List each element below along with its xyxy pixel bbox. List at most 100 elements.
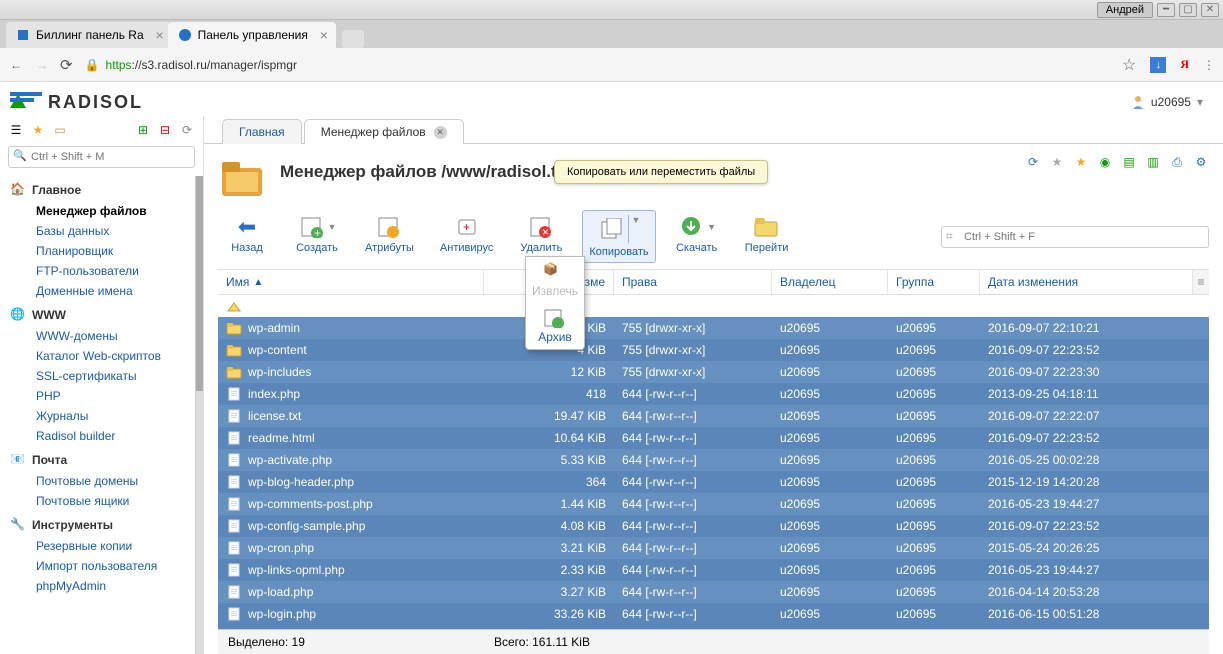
- window-close-button[interactable]: ✕: [1201, 3, 1219, 17]
- sidebar-item[interactable]: SSL-сертификаты: [0, 366, 203, 386]
- table-row[interactable]: [218, 295, 1209, 317]
- table-row[interactable]: wp-content4 KiB755 [drwxr-xr-x]u20695u20…: [218, 339, 1209, 361]
- table-row[interactable]: wp-activate.php5.33 KiB644 [-rw-r--r--]u…: [218, 449, 1209, 471]
- sidebar-item[interactable]: Каталог Web-скриптов: [0, 346, 203, 366]
- table-row[interactable]: readme.html10.64 KiB644 [-rw-r--r--]u206…: [218, 427, 1209, 449]
- sidebar-star-icon[interactable]: ★: [30, 122, 46, 138]
- sidebar-item[interactable]: Radisol builder: [0, 426, 203, 446]
- browser-tab[interactable]: Биллинг панель Ra×: [6, 22, 172, 48]
- tab-close-icon[interactable]: ×: [320, 27, 328, 43]
- sidebar-item[interactable]: Журналы: [0, 406, 203, 426]
- sidebar-item[interactable]: Резервные копии: [0, 536, 203, 556]
- sidebar-section[interactable]: 🔧Инструменты: [0, 511, 203, 536]
- toolbar-copy-button[interactable]: ▼Копировать: [582, 210, 655, 263]
- sidebar-item[interactable]: FTP-пользователи: [0, 261, 203, 281]
- nav-forward-button[interactable]: →: [36, 58, 48, 72]
- window-maximize-button[interactable]: ▢: [1179, 3, 1197, 17]
- toolbar-create-button[interactable]: +▼Создать: [288, 210, 346, 259]
- tab-close-icon[interactable]: ✕: [434, 126, 447, 139]
- sidebar-item[interactable]: Доменные имена: [0, 281, 203, 301]
- sidebar-item[interactable]: phpMyAdmin: [0, 576, 203, 596]
- bookmark-star-icon[interactable]: ☆: [1122, 55, 1136, 75]
- app-tab[interactable]: Менеджер файлов✕: [304, 119, 464, 144]
- action-settings-icon[interactable]: ⚙: [1193, 154, 1209, 170]
- action-tag-icon[interactable]: ◉: [1097, 154, 1113, 170]
- sidebar-section[interactable]: 🏠Главное: [0, 176, 203, 201]
- col-owner[interactable]: Владелец: [772, 270, 888, 294]
- sidebar-refresh-icon[interactable]: ⟳: [179, 122, 195, 138]
- table-row[interactable]: wp-config-sample.php4.08 KiB644 [-rw-r--…: [218, 515, 1209, 537]
- action-excel-icon[interactable]: ▤: [1121, 154, 1137, 170]
- action-star2-icon[interactable]: ★: [1073, 154, 1089, 170]
- sidebar-section[interactable]: 🌐WWW: [0, 301, 203, 326]
- dropdown-archive-item[interactable]: Архив: [526, 303, 584, 349]
- table-row[interactable]: wp-login.php33.26 KiB644 [-rw-r--r--]u20…: [218, 603, 1209, 625]
- downloads-icon[interactable]: ↓: [1150, 57, 1166, 73]
- col-handle[interactable]: ≡: [1193, 270, 1209, 294]
- sidebar-section[interactable]: 📧Почта: [0, 446, 203, 471]
- sidebar-item[interactable]: Импорт пользователя: [0, 556, 203, 576]
- col-name[interactable]: Имя▲: [218, 270, 484, 294]
- dropdown-extract-item[interactable]: 📦Извлечь: [526, 257, 584, 303]
- grid-body[interactable]: wp-admin4 KiB755 [drwxr-xr-x]u20695u2069…: [218, 295, 1209, 629]
- toolbar-back-button[interactable]: ⬅Назад: [218, 210, 276, 259]
- browser-menu-button[interactable]: ⋮: [1203, 58, 1213, 72]
- sidebar-section-label: Инструменты: [32, 518, 113, 532]
- sidebar-item[interactable]: Менеджер файлов: [0, 201, 203, 221]
- toolbar-attrs-button[interactable]: Атрибуты: [358, 210, 421, 259]
- sidebar-expand-icon[interactable]: ⊞: [135, 122, 151, 138]
- table-row[interactable]: wp-admin4 KiB755 [drwxr-xr-x]u20695u2069…: [218, 317, 1209, 339]
- file-icon: [226, 387, 242, 401]
- cell-name: wp-config-sample.php: [248, 519, 365, 533]
- col-group[interactable]: Группа: [888, 270, 980, 294]
- yandex-icon[interactable]: Я: [1180, 57, 1189, 72]
- file-icon: [226, 607, 242, 621]
- cell-name: wp-comments-post.php: [248, 497, 373, 511]
- sidebar-item[interactable]: Базы данных: [0, 221, 203, 241]
- sidebar-search-input[interactable]: [8, 146, 195, 168]
- action-star-icon[interactable]: ★: [1049, 154, 1065, 170]
- cell-owner: 644 [-rw-r--r--]: [614, 387, 772, 401]
- sidebar-item[interactable]: Почтовые домены: [0, 471, 203, 491]
- table-row[interactable]: index.php418644 [-rw-r--r--]u20695u20695…: [218, 383, 1209, 405]
- user-menu[interactable]: u20695 ▾: [1131, 95, 1203, 109]
- app-tab[interactable]: Главная: [222, 119, 302, 144]
- address-bar[interactable]: 🔒 https://s3.radisol.ru/manager/ispmgr: [85, 58, 1110, 72]
- tab-close-icon[interactable]: ×: [155, 27, 163, 43]
- tab-title: Панель управления: [198, 28, 308, 42]
- toolbar-search-input[interactable]: [941, 226, 1209, 248]
- table-row[interactable]: wp-comments-post.php1.44 KiB644 [-rw-r--…: [218, 493, 1209, 515]
- sidebar-archive-icon[interactable]: ▭: [52, 122, 68, 138]
- toolbar-goto-button[interactable]: Перейти: [738, 210, 796, 259]
- file-folder-icon: [226, 343, 242, 357]
- sidebar-tree-icon[interactable]: ☰: [8, 122, 24, 138]
- table-row[interactable]: wp-load.php3.27 KiB644 [-rw-r--r--]u2069…: [218, 581, 1209, 603]
- sidebar-item[interactable]: WWW-домены: [0, 326, 203, 346]
- cell-date: 2016-05-23 19:44:27: [980, 563, 1193, 577]
- toolbar-delete-button[interactable]: ×Удалить: [512, 210, 570, 259]
- sidebar-item[interactable]: PHP: [0, 386, 203, 406]
- col-perm[interactable]: Права: [614, 270, 772, 294]
- sidebar-item[interactable]: Почтовые ящики: [0, 491, 203, 511]
- action-print-icon[interactable]: ⎙: [1169, 154, 1185, 170]
- action-refresh-icon[interactable]: ⟳: [1025, 154, 1041, 170]
- cell-date: 2016-09-07 22:10:21: [980, 321, 1193, 335]
- browser-tab[interactable]: Панель управления ×: [168, 22, 336, 48]
- new-tab-button[interactable]: [342, 30, 364, 48]
- toolbar-antivirus-button[interactable]: +Антивирус: [433, 210, 500, 259]
- table-row[interactable]: wp-links-opml.php2.33 KiB644 [-rw-r--r--…: [218, 559, 1209, 581]
- sidebar-nav[interactable]: 🏠ГлавноеМенеджер файловБазы данныхПланир…: [0, 176, 203, 654]
- sidebar-scrollbar[interactable]: [196, 176, 203, 391]
- table-row[interactable]: license.txt19.47 KiB644 [-rw-r--r--]u206…: [218, 405, 1209, 427]
- col-date[interactable]: Дата изменения: [980, 270, 1193, 294]
- reload-button[interactable]: ⟳: [60, 56, 73, 74]
- table-row[interactable]: wp-includes12 KiB755 [drwxr-xr-x]u20695u…: [218, 361, 1209, 383]
- table-row[interactable]: wp-cron.php3.21 KiB644 [-rw-r--r--]u2069…: [218, 537, 1209, 559]
- toolbar-download-button[interactable]: ▼Скачать: [668, 210, 726, 259]
- window-minimize-button[interactable]: ━: [1157, 3, 1175, 17]
- table-row[interactable]: wp-blog-header.php364644 [-rw-r--r--]u20…: [218, 471, 1209, 493]
- nav-back-button[interactable]: ←: [10, 58, 22, 72]
- sidebar-item[interactable]: Планировщик: [0, 241, 203, 261]
- action-doc-icon[interactable]: ▥: [1145, 154, 1161, 170]
- sidebar-collapse-icon[interactable]: ⊟: [157, 122, 173, 138]
